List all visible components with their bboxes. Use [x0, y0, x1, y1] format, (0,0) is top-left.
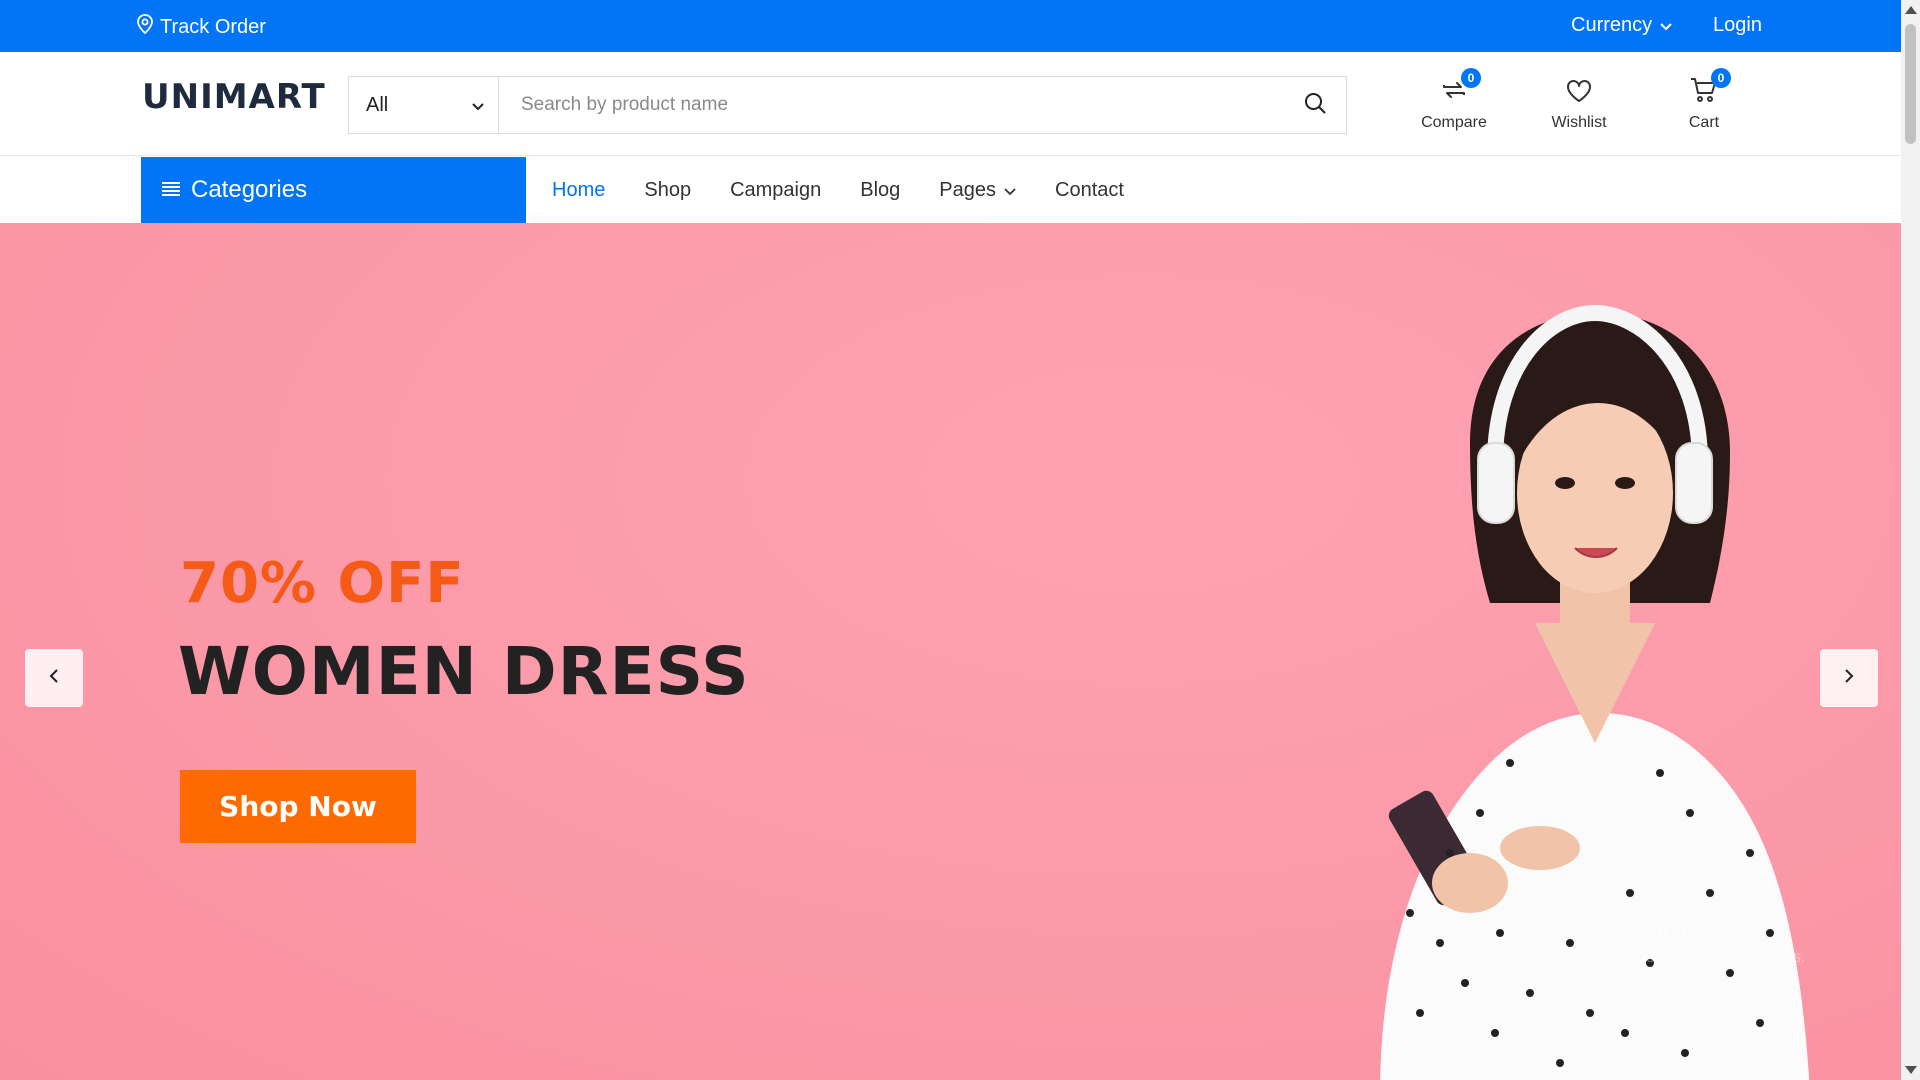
chevron-left-icon [49, 668, 59, 689]
chevron-down-icon [1660, 14, 1672, 37]
chevron-down-icon [1004, 179, 1016, 202]
currency-dropdown[interactable]: Currency [1571, 14, 1672, 37]
cart-button[interactable]: 0 Cart [1664, 68, 1744, 132]
nav-menu: Home Shop Campaign Blog Pages Contact [552, 157, 1163, 223]
nav-item-label: Pages [939, 178, 996, 201]
main-nav: Categories Home Shop Campaign Blog Pages… [0, 157, 1901, 223]
nav-item-label: Shop [644, 178, 692, 201]
compare-label: Compare [1421, 114, 1487, 131]
logo-text: UNIMART [142, 77, 326, 117]
hero-offer-text: 70% OFF [180, 551, 465, 616]
scroll-down-arrow-icon[interactable] [1905, 1066, 1917, 1074]
login-link[interactable]: Login [1713, 14, 1762, 37]
location-pin-icon [136, 14, 154, 40]
chevron-down-icon [472, 94, 484, 117]
nav-item-campaign[interactable]: Campaign [730, 179, 821, 202]
track-order-label: Track Order [160, 15, 266, 38]
wishlist-button[interactable]: Wishlist [1539, 74, 1619, 132]
search-icon [1304, 92, 1326, 119]
nav-item-blog[interactable]: Blog [860, 179, 900, 202]
categories-label: Categories [191, 176, 308, 203]
nav-item-label: Contact [1055, 178, 1124, 201]
nav-item-shop[interactable]: Shop [644, 179, 691, 202]
category-select-value: All [366, 93, 389, 116]
cart-count-badge: 0 [1711, 68, 1731, 88]
category-select[interactable]: All [349, 77, 499, 133]
hero-title: WOMEN DRESS [178, 633, 750, 710]
hamburger-icon [161, 176, 181, 204]
search-bar: All [348, 76, 1347, 134]
search-input[interactable] [499, 77, 1284, 133]
nav-item-home[interactable]: Home [552, 179, 605, 202]
nav-item-label: Campaign [730, 178, 822, 201]
nav-item-label: Home [552, 178, 606, 201]
activate-windows-watermark: Activate Windows [1553, 917, 1727, 942]
nav-item-label: Blog [860, 178, 901, 201]
compare-count-badge: 0 [1461, 68, 1481, 88]
compare-button[interactable]: 0 Compare [1414, 68, 1494, 132]
cart-label: Cart [1688, 114, 1720, 131]
wishlist-label: Wishlist [1551, 114, 1607, 131]
chevron-right-icon [1844, 668, 1854, 689]
activate-windows-subtext: Go to Settings to activate Windows. [1553, 949, 1806, 966]
scroll-thumb[interactable] [1905, 24, 1916, 144]
track-order-link[interactable]: Track Order [136, 14, 266, 40]
search-button[interactable] [1284, 77, 1346, 133]
nav-item-contact[interactable]: Contact [1055, 179, 1124, 202]
categories-button[interactable]: Categories [141, 157, 526, 223]
heart-icon [1566, 79, 1592, 108]
slider-next-button[interactable] [1820, 649, 1878, 707]
page-scrollbar[interactable] [1901, 0, 1920, 1080]
hero-slider: 70% OFF WOMEN DRESS Shop Now Activate Wi… [0, 223, 1901, 1080]
currency-label: Currency [1571, 14, 1653, 36]
scroll-up-arrow-icon[interactable] [1905, 6, 1917, 14]
nav-item-pages[interactable]: Pages [939, 179, 1016, 202]
shop-now-button[interactable]: Shop Now [180, 770, 416, 843]
slider-prev-button[interactable] [25, 649, 83, 707]
top-bar: Track Order Currency Login [0, 0, 1901, 52]
header: UNIMART All 0 Compare [0, 52, 1901, 156]
logo[interactable]: UNIMART [140, 72, 325, 122]
